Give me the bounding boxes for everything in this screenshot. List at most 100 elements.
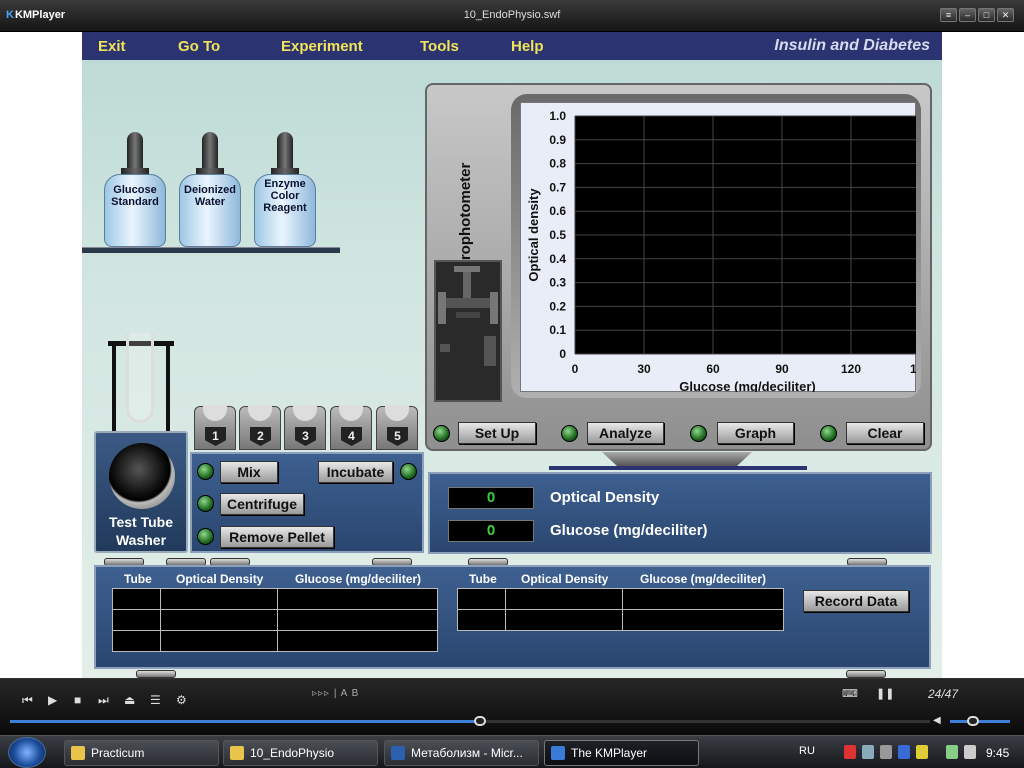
dropper-icon [127, 132, 143, 170]
kmplayer-icon [551, 746, 565, 760]
x-axis-label: Glucose (mg/deciliter) [679, 379, 816, 392]
centrifuge-button[interactable]: Centrifuge [220, 493, 304, 515]
task-endophysio[interactable]: 10_EndoPhysio [223, 740, 378, 766]
y-tick-label: 0.8 [549, 157, 566, 171]
incubator-control-panel: Mix Incubate Centrifuge Remove Pellet [190, 452, 424, 553]
x-tick-label: 0 [572, 362, 579, 376]
sim-menu-bar: Exit Go To Experiment Tools Help Insulin… [82, 32, 942, 60]
setup-button[interactable]: Set Up [458, 422, 536, 444]
incubate-button[interactable]: Incubate [318, 461, 393, 483]
language-indicator[interactable]: RU [799, 745, 815, 757]
dropper-icon [202, 132, 218, 170]
table1-header-optical-density: Optical Density [176, 572, 264, 586]
display-icon[interactable] [862, 745, 874, 759]
maximize-icon[interactable]: □ [978, 8, 995, 22]
network-error-icon[interactable] [844, 745, 856, 759]
tube-holder-4[interactable]: 4 [330, 405, 372, 450]
x-tick-label: 150 [910, 362, 916, 376]
speaker-icon[interactable]: ◀ [933, 715, 941, 726]
menu-exit[interactable]: Exit [98, 38, 126, 55]
clock: 9:45 [986, 746, 1010, 760]
mix-indicator-icon [197, 463, 214, 480]
play-icon[interactable]: ▶ [48, 693, 57, 707]
x-tick-label: 30 [637, 362, 651, 376]
tube-holder-1[interactable]: 1 [194, 405, 236, 450]
frame-counter: 24/47 [928, 687, 959, 701]
tube-number: 4 [341, 427, 362, 446]
player-controls: ⏮ ▶ ■ ⏭ ⏏ ☰ ⚙ ▹▹▹ | A B ⌨ ❚❚ 24/47 ◀ [0, 678, 1024, 735]
playlist-icon[interactable]: ☰ [150, 693, 161, 707]
sample-chamber[interactable] [434, 260, 502, 402]
stop-icon[interactable]: ■ [74, 693, 81, 707]
window-title: 10_EndoPhysio.swf [463, 9, 561, 21]
battery-icon[interactable] [946, 745, 958, 759]
y-tick-label: 0.5 [549, 228, 566, 242]
settings-icon[interactable]: ⚙ [176, 693, 187, 707]
test-tube-washer[interactable]: Test Tube Washer [94, 431, 188, 553]
glucose-standard-bottle[interactable]: Glucose Standard [104, 132, 166, 247]
tube-number: 2 [250, 427, 271, 446]
optical-density-display: 0 [448, 487, 534, 509]
mix-button[interactable]: Mix [220, 461, 278, 483]
tube-holder-5[interactable]: 5 [376, 405, 418, 450]
seek-bar-progress[interactable] [10, 720, 480, 723]
glucose-label: Glucose (mg/deciliter) [550, 522, 708, 539]
volume-icon[interactable] [964, 745, 976, 759]
deionized-water-bottle[interactable]: Deionized Water [179, 132, 241, 247]
graph-button[interactable]: Graph [717, 422, 794, 444]
folder-icon [71, 746, 85, 760]
task-word[interactable]: Метаболизм - Micr... [384, 740, 539, 766]
close-icon[interactable]: ✕ [997, 8, 1014, 22]
record-data-button[interactable]: Record Data [803, 590, 909, 612]
clear-button[interactable]: Clear [846, 422, 924, 444]
menu-go-to[interactable]: Go To [178, 38, 220, 55]
next-icon[interactable]: ⏭ [98, 693, 109, 708]
y-tick-label: 0.3 [549, 276, 566, 290]
analyze-button[interactable]: Analyze [587, 422, 664, 444]
menu-icon[interactable]: ≡ [940, 8, 957, 22]
ab-repeat[interactable]: ▹▹▹ | A B [312, 688, 359, 699]
title-bar: KKMPlayer 10_EndoPhysio.swf ≡ – □ ✕ [0, 0, 1024, 32]
glucose-display: 0 [448, 520, 534, 542]
network-icon[interactable] [880, 745, 892, 759]
shelf [82, 247, 340, 253]
pause-icon[interactable]: ❚❚ [876, 687, 894, 700]
bottle-label: Glucose Standard [111, 184, 159, 208]
table-row [457, 588, 784, 610]
letterbox-right [942, 32, 1024, 678]
word-icon [391, 746, 405, 760]
tube-holder-3[interactable]: 3 [284, 405, 326, 450]
volume-handle[interactable] [967, 716, 979, 726]
menu-help[interactable]: Help [511, 38, 544, 55]
shield-icon[interactable] [916, 745, 928, 759]
optical-density-chart: 0 30 60 90 120 150 0 0.1 0.2 0.3 0.4 0.5 0.6 0.7 0.8 0.… [526, 109, 916, 392]
remove-pellet-button[interactable]: Remove Pellet [220, 526, 334, 548]
tube-holder-2[interactable]: 2 [239, 405, 281, 450]
task-practicum[interactable]: Practicum [64, 740, 219, 766]
volume-bar[interactable] [950, 720, 1010, 723]
eject-icon[interactable]: ⏏ [124, 693, 135, 707]
test-tube-rack [108, 333, 174, 432]
y-tick-label: 0.2 [549, 299, 566, 313]
menu-experiment[interactable]: Experiment [281, 38, 363, 55]
y-tick-label: 0 [559, 347, 566, 361]
minimize-icon[interactable]: – [959, 8, 976, 22]
spectro-stand [602, 452, 752, 466]
previous-icon[interactable]: ⏮ [22, 693, 33, 708]
menu-tools[interactable]: Tools [420, 38, 459, 55]
sim-title: Insulin and Diabetes [774, 37, 930, 54]
graph-indicator-icon [690, 425, 707, 442]
enzyme-color-reagent-bottle[interactable]: Enzyme Color Reagent [254, 132, 316, 247]
bluetooth-icon[interactable] [898, 745, 910, 759]
start-button-icon[interactable] [8, 737, 46, 768]
seek-bar[interactable] [480, 720, 930, 723]
task-kmplayer[interactable]: The KMPlayer [544, 740, 699, 766]
table1-header-tube: Tube [124, 572, 152, 586]
seek-handle[interactable] [474, 716, 486, 726]
subtitle-icon[interactable]: ⌨ [842, 687, 858, 700]
test-tube[interactable] [126, 333, 154, 423]
y-axis-label: Optical density [526, 188, 541, 282]
panel-handle [136, 670, 176, 678]
table-row [112, 630, 438, 652]
y-tick-label: 0.7 [549, 180, 566, 194]
